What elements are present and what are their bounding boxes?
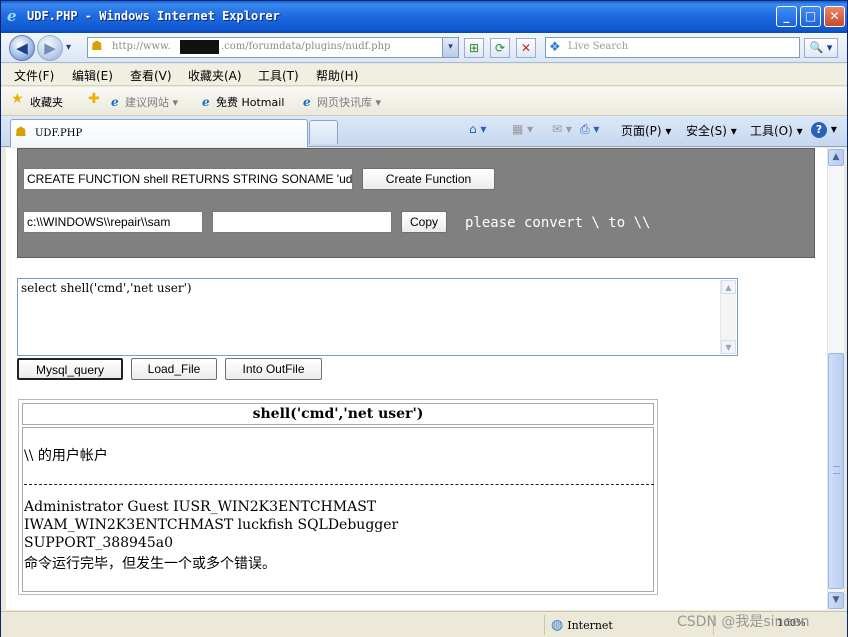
address-dropdown-icon[interactable]: ▾ xyxy=(442,38,458,57)
page-scroll-up-icon[interactable]: ▲ xyxy=(828,149,844,166)
result-body: \\ 的用户帐户 Administrator Guest IUSR_WIN2K3… xyxy=(22,427,654,592)
page-scrollbar[interactable]: ▲ ▼ xyxy=(827,148,844,610)
title-bar: e UDF.PHP - Windows Internet Explorer _ … xyxy=(1,1,847,33)
page-scroll-down-icon[interactable]: ▼ xyxy=(828,592,844,609)
search-input[interactable]: ❖ Live Search xyxy=(545,37,800,58)
result-line: IWAM_WIN2K3ENTCHMAST luckfish SQLDebugge… xyxy=(24,517,399,533)
address-bar[interactable]: ☗ http://www. .com/forumdata/plugins/nud… xyxy=(87,37,459,58)
sql-query-text: select shell('cmd','net user') xyxy=(21,281,192,295)
favorites-star-icon: ★ xyxy=(11,91,24,107)
address-toolbar: ◀ ▶ ▾ ☗ http://www. .com/forumdata/plugi… xyxy=(1,33,847,63)
forward-button[interactable]: ▶ xyxy=(37,35,63,61)
scroll-down-icon[interactable]: ▼ xyxy=(721,340,736,354)
search-button[interactable]: 🔍 ▾ xyxy=(804,38,838,58)
load-file-button[interactable]: Load_File xyxy=(131,358,217,380)
result-line: 命令运行完毕，但发生一个或多个错误。 xyxy=(24,556,276,572)
compat-view-button[interactable]: ⊞ xyxy=(464,38,484,58)
create-function-button[interactable]: Create Function xyxy=(362,168,495,190)
web-slices-label: 网页快讯库 ▾ xyxy=(317,96,382,109)
history-dropdown-icon[interactable]: ▾ xyxy=(66,42,71,53)
menu-tools[interactable]: 工具(T) xyxy=(258,67,299,84)
security-zone: ◍ Internet xyxy=(551,617,613,633)
ie-window: e UDF.PHP - Windows Internet Explorer _ … xyxy=(0,0,848,637)
textarea-scrollbar[interactable]: ▲ ▼ xyxy=(720,280,736,354)
stop-button[interactable]: ✕ xyxy=(516,38,536,58)
grip-icon xyxy=(833,466,840,474)
print-icon: ⎙ ▾ xyxy=(580,122,600,136)
redacted-domain xyxy=(180,40,219,54)
menu-help[interactable]: 帮助(H) xyxy=(316,67,358,84)
help-button[interactable]: ? ▾ xyxy=(811,122,837,138)
copy-button[interactable]: Copy xyxy=(401,211,447,233)
tab-udf-php[interactable]: ☗ UDF.PHP xyxy=(10,119,308,147)
result-line: SUPPORT_388945a0 xyxy=(24,535,174,551)
into-outfile-button[interactable]: Into OutFile xyxy=(225,358,322,380)
csdn-watermark: CSDN @我是sineon xyxy=(677,614,810,630)
ie-page-icon: e xyxy=(303,95,311,109)
refresh-button[interactable]: ⟳ xyxy=(490,38,510,58)
print-button[interactable]: ⎙ ▾ xyxy=(580,122,599,137)
menu-bar: 文件(F) 编辑(E) 查看(V) 收藏夹(A) 工具(T) 帮助(H) xyxy=(1,64,847,86)
zone-label: Internet xyxy=(567,619,613,632)
menu-favorites[interactable]: 收藏夹(A) xyxy=(188,67,242,84)
minimize-button[interactable]: _ xyxy=(776,6,797,27)
menu-file[interactable]: 文件(F) xyxy=(14,67,54,84)
function-sql-input[interactable]: CREATE FUNCTION shell RETURNS STRING SON… xyxy=(23,168,353,190)
hotmail-link[interactable]: e 免费 Hotmail xyxy=(202,94,284,110)
menu-view[interactable]: 查看(V) xyxy=(130,67,172,84)
source-path-input[interactable]: c:\\WINDOWS\\repair\\sam xyxy=(23,211,203,233)
result-accounts-line: \\ 的用户帐户 xyxy=(24,448,108,464)
address-url-suffix: .com/forumdata/plugins/nudf.php xyxy=(221,41,391,52)
ie-logo-icon: e xyxy=(7,7,17,25)
new-tab-button[interactable] xyxy=(309,120,338,144)
status-divider xyxy=(544,615,545,635)
site-favicon-icon: ☗ xyxy=(91,39,103,54)
favorites-bar: ★ 收藏夹 ✚ e 建议网站 ▾ e 免费 Hotmail e 网页快讯库 ▾ xyxy=(1,87,847,116)
add-favorite-icon[interactable]: ✚ xyxy=(88,91,100,107)
tools-menu-button[interactable]: 工具(O) ▾ xyxy=(750,122,803,139)
window-title: UDF.PHP - Windows Internet Explorer xyxy=(27,9,280,23)
menu-edit[interactable]: 编辑(E) xyxy=(72,67,113,84)
scroll-up-icon[interactable]: ▲ xyxy=(721,280,736,294)
sql-query-textarea[interactable]: select shell('cmd','net user') ▲ ▼ xyxy=(17,278,738,356)
close-button[interactable]: ✕ xyxy=(824,6,845,27)
mysql-query-button[interactable]: Mysql_query xyxy=(17,358,123,380)
tab-bar: ☗ UDF.PHP ⌂ ▾ ▦ ▾ ✉ ▾ ⎙ ▾ 页面(P) ▾ 安全(S) … xyxy=(1,116,847,147)
globe-icon: ◍ xyxy=(551,617,564,633)
ie-page-icon: e xyxy=(111,95,119,109)
tab-favicon-icon: ☗ xyxy=(15,125,27,140)
address-url-prefix: http://www. xyxy=(112,41,171,52)
path-hint: please convert \ to \\ xyxy=(465,215,651,231)
back-button[interactable]: ◀ xyxy=(9,35,35,61)
home-icon: ⌂ ▾ xyxy=(469,122,487,136)
dest-path-input[interactable] xyxy=(212,211,392,233)
page-menu-button[interactable]: 页面(P) ▾ xyxy=(621,122,671,139)
page-scroll-thumb[interactable] xyxy=(828,353,844,589)
feeds-button[interactable]: ▦ ▾ xyxy=(512,122,533,136)
safety-menu-button[interactable]: 安全(S) ▾ xyxy=(686,122,737,139)
maximize-button[interactable]: □ xyxy=(800,6,821,27)
home-button[interactable]: ⌂ ▾ xyxy=(469,122,486,136)
feeds-icon: ▦ ▾ xyxy=(512,122,534,136)
live-search-logo-icon: ❖ xyxy=(549,40,561,55)
suggested-sites-link[interactable]: e 建议网站 ▾ xyxy=(111,94,178,110)
ie-page-icon: e xyxy=(202,95,210,109)
result-divider xyxy=(24,484,654,485)
page-content: CREATE FUNCTION shell RETURNS STRING SON… xyxy=(6,148,827,610)
mail-icon: ✉ ▾ xyxy=(552,122,572,136)
favorites-button[interactable]: 收藏夹 xyxy=(30,94,63,110)
udf-form: CREATE FUNCTION shell RETURNS STRING SON… xyxy=(17,148,815,258)
mail-button[interactable]: ✉ ▾ xyxy=(552,122,572,136)
help-icon: ? xyxy=(811,122,827,138)
hotmail-label: 免费 Hotmail xyxy=(216,96,285,109)
result-line: Administrator Guest IUSR_WIN2K3ENTCHMAST xyxy=(24,499,377,515)
result-table: shell('cmd','net user') \\ 的用户帐户 Adminis… xyxy=(18,399,658,595)
search-placeholder: Live Search xyxy=(568,41,629,52)
web-slices-link[interactable]: e 网页快讯库 ▾ xyxy=(303,94,381,110)
suggested-sites-label: 建议网站 ▾ xyxy=(125,96,179,109)
result-header: shell('cmd','net user') xyxy=(22,403,654,425)
tab-label: UDF.PHP xyxy=(35,128,83,139)
